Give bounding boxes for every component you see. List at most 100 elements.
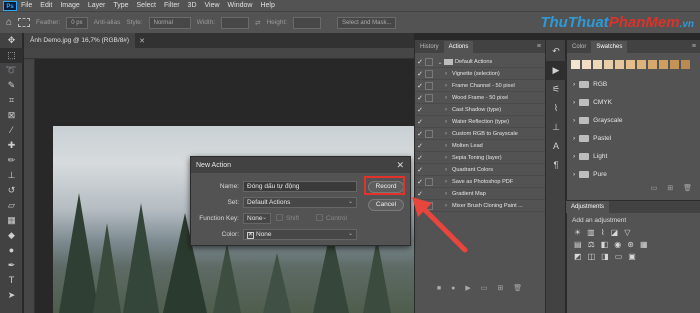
tab-color[interactable]: Color: [567, 41, 591, 53]
check-icon[interactable]: ✓: [415, 58, 425, 66]
new-group-icon[interactable]: ▭: [651, 184, 658, 192]
dialog-toggle-icon[interactable]: [425, 130, 433, 138]
adjustment-sliders-icon[interactable]: ⚟: [546, 80, 566, 99]
action-row[interactable]: ✓ › Save as Photoshop PDF: [415, 177, 546, 188]
swatch-group-cmyk[interactable]: › CMYK: [573, 95, 612, 110]
dialog-toggle-icon[interactable]: [425, 178, 433, 186]
history-brush-icon[interactable]: ↺: [0, 183, 23, 198]
shift-checkbox[interactable]: [276, 214, 283, 221]
swatch-chip[interactable]: [582, 60, 591, 69]
swatch-chip[interactable]: [637, 60, 646, 69]
brightness-icon[interactable]: ☀: [574, 228, 581, 237]
check-icon[interactable]: ✓: [415, 166, 425, 174]
record-icon[interactable]: ●: [451, 285, 455, 292]
menu-image[interactable]: Image: [60, 2, 79, 9]
posterize-icon[interactable]: ◫: [588, 252, 596, 261]
swatch-group-grayscale[interactable]: › Grayscale: [573, 113, 622, 128]
check-icon[interactable]: ✓: [415, 178, 425, 186]
history-icon[interactable]: ↶: [546, 42, 566, 61]
gradient-tool-icon[interactable]: ▦: [0, 213, 23, 228]
feather-input[interactable]: 0 px: [66, 16, 88, 29]
lasso-tool-icon[interactable]: ➰: [0, 63, 23, 78]
chevron-right-icon[interactable]: ›: [442, 71, 450, 77]
vibrance-icon[interactable]: ▽: [624, 228, 630, 237]
swatch-chip[interactable]: [659, 60, 668, 69]
check-icon[interactable]: ✓: [415, 130, 425, 138]
check-icon[interactable]: ✓: [415, 70, 425, 78]
channel-mixer-icon[interactable]: ⊛: [627, 240, 634, 249]
dialog-toggle-icon[interactable]: [425, 58, 433, 66]
menu-view[interactable]: View: [205, 2, 220, 9]
menu-layer[interactable]: Layer: [88, 2, 106, 9]
new-action-icon[interactable]: ⊞: [497, 284, 503, 292]
chevron-right-icon[interactable]: ›: [442, 179, 450, 185]
action-row[interactable]: ✓ › Custom RGB to Grayscale: [415, 129, 546, 140]
gradient-map-icon[interactable]: ▭: [615, 252, 623, 261]
set-select[interactable]: Default Actions ⌄: [243, 197, 357, 208]
selective-color-icon[interactable]: ▣: [628, 252, 636, 261]
menu-edit[interactable]: Edit: [40, 2, 52, 9]
action-row[interactable]: ✓ › Cast Shadow (type): [415, 105, 546, 116]
pen-tool-icon[interactable]: ✒: [0, 258, 23, 273]
home-icon[interactable]: ⌂: [6, 17, 12, 28]
check-icon[interactable]: ✓: [415, 118, 425, 126]
blur-tool-icon[interactable]: ◆: [0, 228, 23, 243]
menu-select[interactable]: Select: [137, 2, 156, 9]
healing-brush-icon[interactable]: ✚: [0, 138, 23, 153]
swatch-chip[interactable]: [615, 60, 624, 69]
clone-source-icon[interactable]: ⊥: [546, 118, 566, 137]
brush-icon[interactable]: ⌇: [546, 99, 566, 118]
action-row[interactable]: ✓ › Wood Frame - 50 pixel: [415, 93, 546, 104]
height-input[interactable]: [293, 16, 322, 29]
swatch-chip[interactable]: [571, 60, 580, 69]
swatch-chip[interactable]: [593, 60, 602, 69]
color-balance-icon[interactable]: ⚖: [588, 240, 595, 249]
function-key-select[interactable]: None ⌄: [243, 213, 271, 224]
tab-swatches[interactable]: Swatches: [591, 41, 628, 53]
dialog-toggle-icon[interactable]: [425, 118, 433, 126]
chevron-right-icon[interactable]: ›: [442, 119, 450, 125]
swatch-chip[interactable]: [681, 60, 690, 69]
eraser-icon[interactable]: ▱: [0, 198, 23, 213]
trash-icon[interactable]: 🗑: [683, 184, 692, 192]
clone-stamp-icon[interactable]: ⊥: [0, 168, 23, 183]
menu-help[interactable]: Help: [260, 2, 274, 9]
chevron-right-icon[interactable]: ›: [442, 107, 450, 113]
menu-type[interactable]: Type: [113, 2, 128, 9]
crop-tool-icon[interactable]: ⌗: [0, 93, 23, 108]
antialias-checkbox[interactable]: Anti-alias: [94, 19, 121, 26]
swatch-group-rgb[interactable]: › RGB: [573, 77, 607, 92]
swatch-group-pure[interactable]: › Pure: [573, 167, 607, 182]
actions-play-icon[interactable]: ▶: [546, 61, 566, 80]
frame-tool-icon[interactable]: ⊠: [0, 108, 23, 123]
menu-filter[interactable]: Filter: [164, 2, 180, 9]
check-icon[interactable]: ✓: [415, 142, 425, 150]
stop-icon[interactable]: ■: [437, 285, 441, 292]
eyedropper-icon[interactable]: ⁄: [0, 123, 23, 138]
check-icon[interactable]: ✓: [415, 94, 425, 102]
color-lookup-icon[interactable]: ▦: [640, 240, 648, 249]
action-row[interactable]: ✓ › Vignette (selection): [415, 69, 546, 80]
menu-file[interactable]: File: [21, 2, 32, 9]
paragraph-icon[interactable]: ¶: [546, 156, 566, 175]
dialog-toggle-icon[interactable]: [425, 94, 433, 102]
swatch-chip[interactable]: [604, 60, 613, 69]
marquee-tool-icon[interactable]: [18, 18, 31, 27]
tab-history[interactable]: History: [415, 41, 444, 53]
new-set-icon[interactable]: ▭: [481, 284, 488, 292]
cancel-button[interactable]: Cancel: [368, 199, 404, 211]
trash-icon[interactable]: 🗑: [513, 284, 522, 292]
dialog-toggle-icon[interactable]: [425, 142, 433, 150]
select-and-mask-button[interactable]: Select and Mask...: [337, 16, 397, 29]
action-name-input[interactable]: Đóng dấu tự động: [243, 181, 357, 192]
menu-window[interactable]: Window: [228, 2, 253, 9]
swatch-group-pastel[interactable]: › Pastel: [573, 131, 611, 146]
dialog-toggle-icon[interactable]: [425, 70, 433, 78]
dodge-tool-icon[interactable]: ●: [0, 243, 23, 258]
dialog-toggle-icon[interactable]: [425, 154, 433, 162]
action-folder-row[interactable]: ✓ ⌄ Default Actions: [415, 57, 546, 68]
curves-icon[interactable]: ⌇: [601, 228, 605, 237]
color-select[interactable]: ✕ None ⌄: [243, 229, 357, 240]
control-checkbox[interactable]: [316, 214, 323, 221]
check-icon[interactable]: ✓: [415, 82, 425, 90]
